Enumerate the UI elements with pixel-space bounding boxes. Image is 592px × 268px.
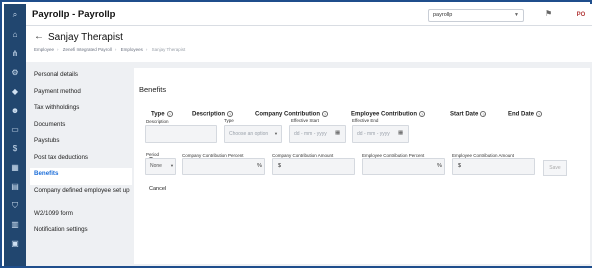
breadcrumb-item[interactable]: Employee <box>34 47 54 52</box>
sidebar-item-documents[interactable]: Documents <box>30 119 132 136</box>
calendar-icon[interactable]: ▦ <box>10 163 20 173</box>
effective-end-label: Effective End <box>352 118 379 123</box>
effective-start-input[interactable]: dd - mm - yyyy ▦ <box>289 125 346 143</box>
breadcrumb-separator: › <box>145 47 148 52</box>
info-icon[interactable]: ? <box>419 111 425 117</box>
calendar-icon[interactable]: ▦ <box>398 130 403 136</box>
breadcrumb-current: Sanjay Therapist <box>151 47 186 52</box>
description-label: Description <box>146 119 169 124</box>
search-icon[interactable]: ⌕ <box>10 10 20 20</box>
breadcrumb-separator: › <box>114 47 117 52</box>
people-icon[interactable]: ☻ <box>10 106 20 116</box>
save-button[interactable]: Save <box>543 160 567 176</box>
column-header-label: Company Contribution <box>255 111 320 118</box>
flag-icon[interactable]: ⚑ <box>545 9 552 18</box>
currency-prefix: $ <box>278 163 282 169</box>
tag-icon[interactable]: ◆ <box>10 87 20 97</box>
breadcrumb-item[interactable]: Zenefi Integrated Payroll <box>63 47 112 52</box>
home-icon[interactable]: ⌂ <box>10 30 20 40</box>
chart-icon[interactable]: ▤ <box>10 182 20 192</box>
date-placeholder: dd - mm - yyyy <box>294 131 327 137</box>
cancel-button[interactable]: Cancel <box>149 186 166 192</box>
info-icon[interactable]: ? <box>227 111 234 117</box>
employee-contribution-amount-input[interactable]: $ <box>452 158 535 175</box>
sidebar-item-tax-withholdings[interactable]: Tax withholdings <box>30 102 132 119</box>
chevron-down-icon: ▼ <box>274 131 278 136</box>
icon-rail: ⌕ ⌂ ⋔ ⚙ ◆ ☻ ▭ $ ▦ ▤ ⛉ ▥ ▣ <box>4 4 26 266</box>
calendar-icon[interactable]: ▦ <box>335 130 340 136</box>
column-header-label: Type <box>151 111 165 118</box>
avatar[interactable]: PO <box>574 9 588 22</box>
column-header-description: Description? <box>192 111 234 118</box>
chevron-down-icon: ▼ <box>514 12 519 18</box>
app-window: ⌕ ⌂ ⋔ ⚙ ◆ ☻ ▭ $ ▦ ▤ ⛉ ▥ ▣ Payrollp - Pay… <box>0 0 592 268</box>
page-title: Sanjay Therapist <box>48 32 123 43</box>
column-header-label: Start Date <box>450 111 479 118</box>
badge-icon[interactable]: ▣ <box>10 239 20 249</box>
chevron-down-icon: ▼ <box>170 163 174 168</box>
page-header: ← Sanjay Therapist Employee › Zenefi Inte… <box>26 26 592 62</box>
info-icon[interactable]: ? <box>166 111 173 117</box>
effective-start-label: Effective Start <box>291 118 319 123</box>
info-icon[interactable]: ? <box>322 111 328 117</box>
date-placeholder: dd - mm - yyyy <box>357 131 390 137</box>
info-icon[interactable]: ? <box>480 111 487 117</box>
company-selector[interactable]: payrollp ▼ <box>428 9 524 22</box>
column-header-label: End Date <box>508 111 535 118</box>
period-select[interactable]: None ▼ <box>145 158 176 175</box>
column-header-end-date: End Date? <box>508 111 543 118</box>
type-select-placeholder: Choose an option <box>229 131 269 137</box>
info-icon[interactable]: ? <box>536 111 543 117</box>
description-input[interactable] <box>145 125 217 143</box>
period-label: Period <box>146 152 160 157</box>
period-select-value: None <box>150 163 162 169</box>
employee-sidebar: Personal details Payment method Tax with… <box>30 69 132 241</box>
money-icon[interactable]: $ <box>10 144 20 154</box>
sidebar-item-paystubs[interactable]: Paystubs <box>30 135 132 152</box>
back-arrow-icon[interactable]: ← <box>34 31 44 42</box>
sidebar-item-benefits[interactable]: Benefits <box>30 168 132 185</box>
column-header-employee-contribution: Employee Contribution? <box>351 111 425 118</box>
column-header-label: Description <box>192 111 226 118</box>
document-icon[interactable]: ▭ <box>10 125 20 135</box>
app-title: Payrollp - Payrollp <box>32 9 116 20</box>
percent-suffix: % <box>257 163 262 169</box>
org-chart-icon[interactable]: ⋔ <box>10 49 20 59</box>
sidebar-item-w2-1099-form[interactable]: W2/1099 form <box>30 208 132 225</box>
top-bar: Payrollp - Payrollp payrollp ▼ ⚑ PO <box>26 4 592 26</box>
column-header-company-contribution: Company Contribution? <box>255 111 328 118</box>
settings-icon[interactable]: ⚙ <box>10 68 20 78</box>
breadcrumb-separator: › <box>57 47 59 52</box>
sidebar-item-personal-details[interactable]: Personal details <box>30 69 132 86</box>
breadcrumb: Employee › Zenefi Integrated Payroll › Emp… <box>34 47 188 52</box>
shield-icon[interactable]: ⛉ <box>10 201 20 211</box>
column-header-label: Employee Contribution <box>351 111 417 118</box>
benefits-panel: Benefits Type? Description? Company Cont… <box>134 68 590 264</box>
effective-end-input[interactable]: dd - mm - yyyy ▦ <box>352 125 409 143</box>
company-contribution-amount-input[interactable]: $ <box>272 158 355 175</box>
sidebar-item-company-defined-setup[interactable]: Company defined employee set up <box>30 185 132 208</box>
company-contribution-percent-input[interactable]: % <box>182 158 265 175</box>
type-select[interactable]: Choose an option ▼ <box>224 125 282 143</box>
percent-suffix: % <box>437 163 442 169</box>
breadcrumb-item[interactable]: Employees <box>121 47 143 52</box>
section-title: Benefits <box>139 85 167 94</box>
column-header-start-date: Start Date? <box>450 111 487 118</box>
column-header-type: Type? <box>151 111 173 118</box>
sidebar-item-notification-settings[interactable]: Notification settings <box>30 224 132 241</box>
company-selector-value: payrollp <box>433 12 453 18</box>
currency-prefix: $ <box>458 163 462 169</box>
sidebar-item-post-tax-deductions[interactable]: Post tax deductions <box>30 152 132 169</box>
type-label: Type <box>224 118 234 123</box>
reports-icon[interactable]: ▥ <box>10 220 20 230</box>
employee-contribution-percent-input[interactable]: % <box>362 158 445 175</box>
sidebar-item-payment-method[interactable]: Payment method <box>30 86 132 103</box>
